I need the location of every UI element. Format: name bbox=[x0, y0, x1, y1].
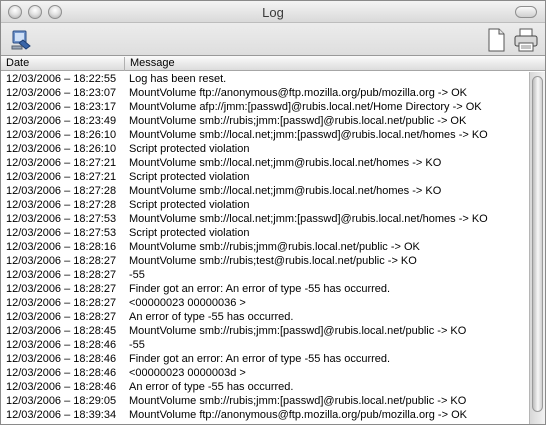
row-message-cell: -55 bbox=[129, 269, 145, 281]
computer-finder-icon bbox=[11, 30, 31, 50]
row-date-cell: 12/03/2006 – 18:23:49 bbox=[6, 115, 117, 127]
row-message-cell: An error of type -55 has occurred. bbox=[129, 381, 294, 393]
table-row[interactable]: 12/03/2006 – 18:28:46 Finder got an error… bbox=[1, 352, 527, 366]
row-message-cell: MountVolume smb://rubis;jmm:[passwd]@rub… bbox=[129, 395, 467, 407]
scrollbar-thumb[interactable] bbox=[532, 76, 543, 412]
row-message-cell: Script protected violation bbox=[129, 143, 250, 155]
row-message-cell: MountVolume smb://rubis;jmm:[passwd]@rub… bbox=[129, 325, 467, 337]
row-message-cell: MountVolume smb://local.net;jmm:[passwd]… bbox=[129, 213, 488, 225]
row-message-cell: <00000023 0000003d > bbox=[129, 367, 246, 379]
table-row[interactable]: 12/03/2006 – 18:28:27 MountVolume smb://r… bbox=[1, 254, 527, 268]
table-header: Date Message bbox=[1, 56, 545, 71]
table-row[interactable]: 12/03/2006 – 18:29:05 MountVolume smb://r… bbox=[1, 394, 527, 408]
table-row[interactable]: 12/03/2006 – 18:28:16 MountVolume smb://r… bbox=[1, 240, 527, 254]
row-date-cell: 12/03/2006 – 18:28:27 bbox=[6, 311, 117, 323]
toolbar-toggle-button[interactable] bbox=[515, 6, 537, 18]
row-date-cell: 12/03/2006 – 18:27:21 bbox=[6, 157, 117, 169]
table-row[interactable]: 12/03/2006 – 18:26:10 Script protected vi… bbox=[1, 142, 527, 156]
table-row[interactable]: 12/03/2006 – 18:22:55 Log has been reset. bbox=[1, 72, 527, 86]
finder-button[interactable] bbox=[9, 27, 35, 53]
row-date-cell: 12/03/2006 – 18:26:10 bbox=[6, 129, 117, 141]
table-body: 12/03/2006 – 18:22:55 Log has been reset.… bbox=[1, 72, 527, 424]
table-row[interactable]: 12/03/2006 – 18:28:45 MountVolume smb://r… bbox=[1, 324, 527, 338]
table-row[interactable]: 12/03/2006 – 18:28:27 -55 bbox=[1, 268, 527, 282]
row-date-cell: 12/03/2006 – 18:29:05 bbox=[6, 395, 117, 407]
toolbar bbox=[1, 23, 545, 55]
row-message-cell: An error of type -55 has occurred. bbox=[129, 311, 294, 323]
row-date-cell: 12/03/2006 – 18:28:46 bbox=[6, 381, 117, 393]
row-message-cell: MountVolume smb://rubis;jmm:[passwd]@rub… bbox=[129, 115, 467, 127]
row-date-cell: 12/03/2006 – 18:28:46 bbox=[6, 339, 117, 351]
row-message-cell: MountVolume smb://local.net;jmm@rubis.lo… bbox=[129, 185, 442, 197]
table-row[interactable]: 12/03/2006 – 18:23:49 MountVolume smb://r… bbox=[1, 114, 527, 128]
table-row[interactable]: 12/03/2006 – 18:28:27 Finder got an error… bbox=[1, 282, 527, 296]
table-row[interactable]: 12/03/2006 – 18:27:28 Script protected vi… bbox=[1, 198, 527, 212]
row-message-cell: MountVolume ftp://anonymous@ftp.mozilla.… bbox=[129, 87, 467, 99]
row-message-cell: MountVolume smb://local.net;jmm@rubis.lo… bbox=[129, 157, 442, 169]
table-row[interactable]: 12/03/2006 – 18:27:28 MountVolume smb://l… bbox=[1, 184, 527, 198]
row-date-cell: 12/03/2006 – 18:27:21 bbox=[6, 171, 117, 183]
row-date-cell: 12/03/2006 – 18:28:27 bbox=[6, 269, 117, 281]
log-window: Log Date Message 12/03/2006 – 18:22:55 L… bbox=[0, 0, 546, 425]
row-message-cell: Script protected violation bbox=[129, 227, 250, 239]
table-row[interactable]: 12/03/2006 – 18:27:21 Script protected vi… bbox=[1, 170, 527, 184]
print-button[interactable] bbox=[513, 27, 539, 53]
table-row[interactable]: 12/03/2006 – 18:27:53 Script protected vi… bbox=[1, 226, 527, 240]
table-row[interactable]: 12/03/2006 – 18:23:07 MountVolume ftp://a… bbox=[1, 86, 527, 100]
row-date-cell: 12/03/2006 – 18:28:46 bbox=[6, 353, 117, 365]
document-icon bbox=[488, 28, 505, 52]
table-row[interactable]: 12/03/2006 – 18:28:46 An error of type -5… bbox=[1, 380, 527, 394]
row-message-cell: <00000023 00000036 > bbox=[129, 297, 246, 309]
row-date-cell: 12/03/2006 – 18:26:10 bbox=[6, 143, 117, 155]
title-bar[interactable]: Log bbox=[1, 1, 545, 23]
table-row[interactable]: 12/03/2006 – 18:23:17 MountVolume afp://j… bbox=[1, 100, 527, 114]
row-message-cell: Finder got an error: An error of type -5… bbox=[129, 353, 391, 365]
row-date-cell: 12/03/2006 – 18:23:17 bbox=[6, 101, 117, 113]
row-date-cell: 12/03/2006 – 18:28:27 bbox=[6, 255, 117, 267]
table-row[interactable]: 12/03/2006 – 18:28:27 An error of type -5… bbox=[1, 310, 527, 324]
window-title: Log bbox=[262, 5, 284, 20]
row-date-cell: 12/03/2006 – 18:28:16 bbox=[6, 241, 117, 253]
row-message-cell: -55 bbox=[129, 339, 145, 351]
row-message-cell: MountVolume afp://jmm:[passwd]@rubis.loc… bbox=[129, 101, 482, 113]
row-date-cell: 12/03/2006 – 18:27:53 bbox=[6, 213, 117, 225]
column-header-date[interactable]: Date bbox=[1, 57, 125, 71]
row-date-cell: 12/03/2006 – 18:28:45 bbox=[6, 325, 117, 337]
row-message-cell: Finder got an error: An error of type -5… bbox=[129, 283, 391, 295]
row-message-cell: MountVolume smb://local.net;jmm:[passwd]… bbox=[129, 129, 488, 141]
table-row[interactable]: 12/03/2006 – 18:28:27 <00000023 00000036 … bbox=[1, 296, 527, 310]
row-date-cell: 12/03/2006 – 18:39:34 bbox=[6, 409, 117, 421]
printer-icon bbox=[514, 28, 538, 52]
row-message-cell: Log has been reset. bbox=[129, 73, 227, 85]
column-header-message[interactable]: Message bbox=[125, 57, 525, 71]
table-row[interactable]: 12/03/2006 – 18:27:21 MountVolume smb://l… bbox=[1, 156, 527, 170]
row-message-cell: MountVolume ftp://anonymous@ftp.mozilla.… bbox=[129, 409, 467, 421]
row-date-cell: 12/03/2006 – 18:28:27 bbox=[6, 283, 117, 295]
table-row[interactable]: 12/03/2006 – 18:39:34 MountVolume ftp://a… bbox=[1, 408, 527, 422]
table-row[interactable]: 12/03/2006 – 18:26:10 MountVolume smb://l… bbox=[1, 128, 527, 142]
log-table: Date Message 12/03/2006 – 18:22:55 Log ha… bbox=[1, 55, 545, 424]
row-date-cell: 12/03/2006 – 18:27:28 bbox=[6, 185, 117, 197]
row-message-cell: Script protected violation bbox=[129, 199, 250, 211]
table-row[interactable]: 12/03/2006 – 18:28:46 <00000023 0000003d … bbox=[1, 366, 527, 380]
row-date-cell: 12/03/2006 – 18:28:46 bbox=[6, 367, 117, 379]
row-date-cell: 12/03/2006 – 18:28:27 bbox=[6, 297, 117, 309]
row-date-cell: 12/03/2006 – 18:27:53 bbox=[6, 227, 117, 239]
row-date-cell: 12/03/2006 – 18:27:28 bbox=[6, 199, 117, 211]
table-row[interactable]: 12/03/2006 – 18:28:46 -55 bbox=[1, 338, 527, 352]
vertical-scrollbar[interactable] bbox=[529, 72, 545, 424]
table-row[interactable]: 12/03/2006 – 18:27:53 MountVolume smb://l… bbox=[1, 212, 527, 226]
row-date-cell: 12/03/2006 – 18:23:07 bbox=[6, 87, 117, 99]
document-button[interactable] bbox=[483, 27, 509, 53]
row-message-cell: MountVolume smb://rubis;test@rubis.local… bbox=[129, 255, 417, 267]
row-date-cell: 12/03/2006 – 18:22:55 bbox=[6, 73, 117, 85]
row-message-cell: Script protected violation bbox=[129, 171, 250, 183]
row-message-cell: MountVolume smb://rubis;jmm@rubis.local.… bbox=[129, 241, 420, 253]
